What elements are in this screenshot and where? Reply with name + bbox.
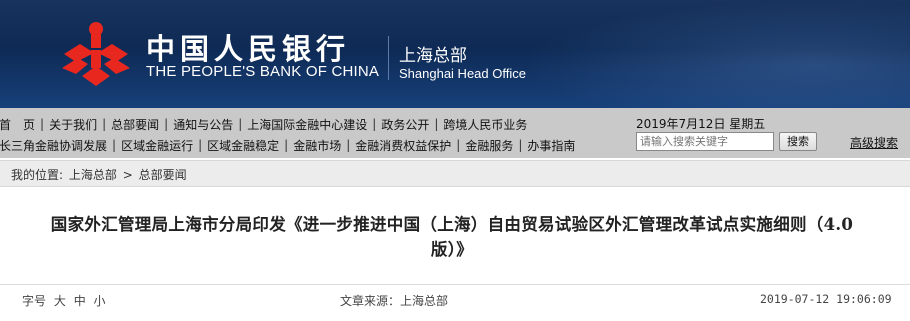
nav-item-financial-center[interactable]: 上海国际金融中心建设 [242, 116, 372, 133]
article-meta-bar: 字号 大 中 小 文章来源：上海总部 2019-07-12 19:06:09 [0, 284, 910, 312]
nav-item-notices[interactable]: 通知与公告 [168, 116, 238, 133]
nav-item-consumer-protection[interactable]: 金融消费权益保护 [350, 137, 456, 154]
nav-item-yangtze-delta[interactable]: 长三角金融协调发展 [0, 137, 112, 154]
font-size-control: 字号 大 中 小 [22, 292, 106, 309]
advanced-search-link[interactable]: 高级搜索 [850, 134, 898, 151]
breadcrumb-bar: 我的位置: 上海总部 > 总部要闻 [0, 160, 910, 187]
nav-item-gov-affairs[interactable]: 政务公开 [376, 116, 434, 133]
search-input[interactable] [636, 132, 774, 151]
logo-chinese-name: 中国人民银行 [146, 32, 351, 66]
breadcrumb-separator: > [122, 168, 133, 182]
pboc-emblem-icon [62, 22, 130, 86]
nav-row-1: 首 页 | 关于我们 | 总部要闻 | 通知与公告 | 上海国际金融中心建设 | 政务公开… [0, 114, 532, 134]
breadcrumb-item-shanghai-hq[interactable]: 上海总部 [69, 168, 117, 182]
search-button[interactable]: 搜索 [779, 132, 817, 151]
nav-item-guide[interactable]: 办事指南 [522, 137, 580, 154]
nav-item-regional-operation[interactable]: 区域金融运行 [116, 137, 198, 154]
breadcrumb-item-hq-news[interactable]: 总部要闻 [139, 168, 187, 182]
nav-item-hq-news[interactable]: 总部要闻 [106, 116, 164, 133]
publish-time: 2019-07-12 19:06:09 [760, 292, 892, 306]
nav-item-financial-market[interactable]: 金融市场 [288, 137, 346, 154]
logo-divider [388, 36, 389, 80]
nav-item-financial-services[interactable]: 金融服务 [460, 137, 518, 154]
branch-chinese-name: 上海总部 [399, 46, 467, 66]
nav-item-about[interactable]: 关于我们 [44, 116, 102, 133]
nav-item-cross-border-rmb[interactable]: 跨境人民币业务 [438, 116, 532, 133]
article-title-line-2: 版）》 [430, 240, 474, 259]
branch-english-name: Shanghai Head Office [399, 66, 526, 81]
logo-english-name: THE PEOPLE'S BANK OF CHINA [146, 63, 380, 80]
breadcrumb-prefix: 我的位置: [11, 168, 64, 182]
header-banner: 中国人民银行 THE PEOPLE'S BANK OF CHINA 上海总部 S… [0, 0, 910, 108]
breadcrumb: 我的位置: 上海总部 > 总部要闻 [11, 166, 189, 183]
article-title: 国家外汇管理局上海市分局印发《进一步推进中国（上海）自由贸易试验区外汇管理改革试… [0, 212, 910, 262]
current-date: 2019年7月12日 星期五 [636, 117, 766, 131]
article-title-line-1: 国家外汇管理局上海市分局印发《进一步推进中国（上海）自由贸易试验区外汇管理改革试… [50, 215, 854, 234]
article-source: 文章来源：上海总部 [340, 294, 449, 308]
font-size-medium[interactable]: 中 [74, 294, 86, 308]
nav-row-2: 长三角金融协调发展 | 区域金融运行 | 区域金融稳定 | 金融市场 | 金融消费权益保… [0, 135, 580, 155]
font-size-small[interactable]: 小 [94, 294, 106, 308]
main-navigation: 首 页 | 关于我们 | 总部要闻 | 通知与公告 | 上海国际金融中心建设 | 政务公开… [0, 108, 910, 158]
nav-item-home[interactable]: 首 页 [0, 116, 40, 133]
nav-item-regional-stability[interactable]: 区域金融稳定 [202, 137, 284, 154]
font-size-large[interactable]: 大 [54, 294, 66, 308]
font-size-label: 字号 [22, 294, 47, 308]
